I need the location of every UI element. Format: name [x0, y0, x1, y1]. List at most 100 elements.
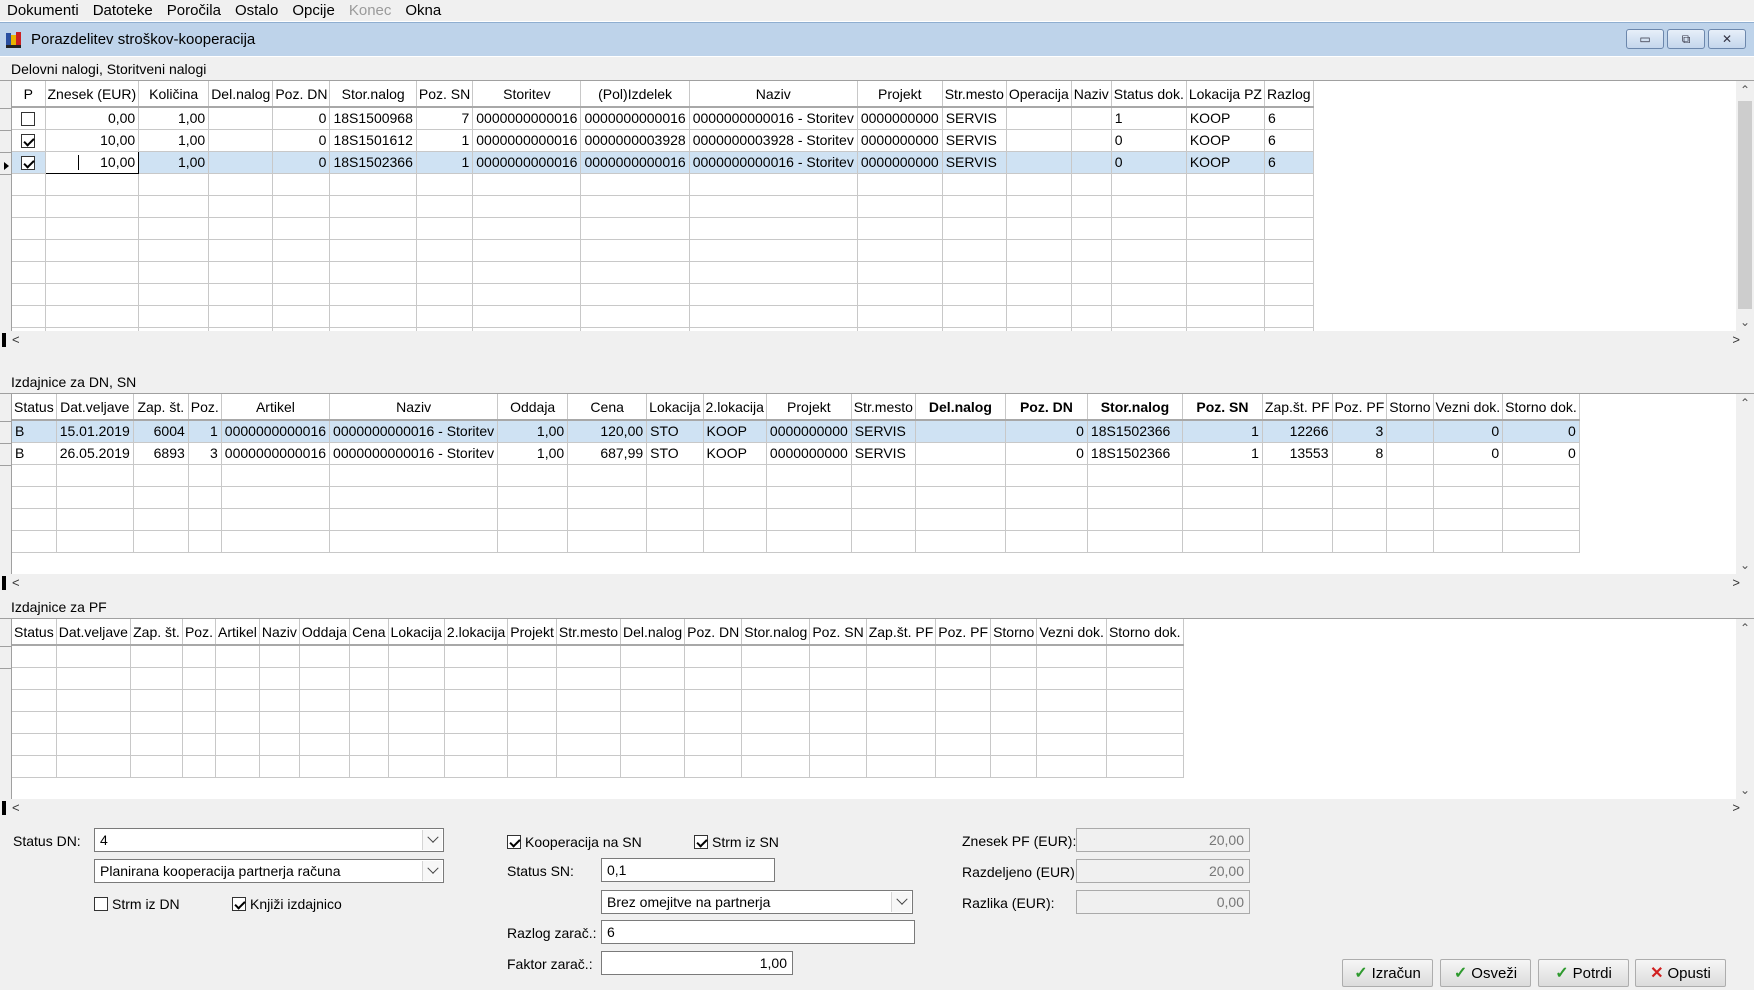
cell-naziv[interactable] — [1071, 151, 1112, 174]
cell-znesek-eur[interactable]: 0,00 — [45, 107, 140, 130]
cell-status-dok[interactable]: 0 — [1111, 129, 1187, 152]
table-row[interactable]: B 15.01.2019 6004 1 0000000000016 00000000000… — [12, 420, 1580, 443]
column-header-artikel[interactable]: Artikel — [221, 394, 331, 421]
column-header-p[interactable]: P — [12, 81, 46, 108]
cell-projekt[interactable]: 0000000000 — [857, 129, 943, 152]
chevron-down-icon[interactable] — [422, 830, 442, 850]
scroll-right-icon[interactable]: > — [1732, 799, 1740, 816]
cell-dat-veljave[interactable]: 26.05.2019 — [56, 442, 134, 465]
cell-stor-nalog[interactable]: 18S1500968 — [329, 107, 417, 130]
cell-status[interactable]: B — [12, 420, 57, 443]
cell-lokacija-pz[interactable]: KOOP — [1186, 129, 1266, 152]
cell-status-dok[interactable]: 1 — [1111, 107, 1187, 130]
cell-kolicina[interactable]: 1,00 — [138, 151, 210, 174]
menu-datoteke[interactable]: Datoteke — [86, 0, 160, 22]
scroll-up-icon[interactable]: ⌃ — [1736, 619, 1754, 637]
column-header-projekt[interactable]: Projekt — [857, 81, 943, 108]
cell-zap-st-pf[interactable]: 13553 — [1262, 442, 1333, 465]
cell-zap-st-pf[interactable]: 12266 — [1262, 420, 1333, 443]
cell-str-mesto[interactable]: SERVIS — [942, 151, 1007, 174]
osvezi-button[interactable]: ✓ Osveži — [1440, 959, 1531, 987]
cell-vezni-dok[interactable]: 0 — [1433, 442, 1504, 465]
cell-poz-sn[interactable]: 1 — [1182, 442, 1263, 465]
scroll-down-icon[interactable]: ⌄ — [1736, 556, 1754, 574]
column-header-lokacija[interactable]: Lokacija — [388, 619, 445, 646]
cell-poz-dn[interactable]: 0 — [1005, 420, 1088, 443]
column-header-pol-izdelek[interactable]: (Pol)Izdelek — [580, 81, 690, 108]
column-header-stor-nalog[interactable]: Stor.nalog — [1087, 394, 1183, 421]
cell-poz-dn[interactable]: 0 — [1005, 442, 1088, 465]
cell-naziv[interactable]: 0000000000016 - Storitev — [689, 107, 858, 130]
orders-vscroll[interactable]: ⌃ ⌄ — [1736, 81, 1754, 331]
scroll-left-icon[interactable]: < — [12, 799, 20, 816]
column-header-poz[interactable]: Poz. — [188, 394, 222, 421]
column-header-str-mesto[interactable]: Str.mesto — [851, 394, 916, 421]
checkbox-icon[interactable] — [232, 897, 246, 911]
column-header-poz-dn[interactable]: Poz. DN — [1005, 394, 1088, 421]
cell-operacija[interactable] — [1006, 129, 1072, 152]
column-header-oddaja[interactable]: Oddaja — [497, 394, 569, 421]
column-header-storno-dok[interactable]: Storno dok. — [1502, 394, 1580, 421]
cell-poz[interactable]: 1 — [188, 420, 222, 443]
column-header-vezni-dok[interactable]: Vezni dok. — [1036, 619, 1107, 646]
column-header-dat-veljave[interactable]: Dat.veljave — [56, 619, 131, 646]
cell-naziv[interactable]: 0000000000016 - Storitev — [329, 442, 499, 465]
table-row[interactable]: B 26.05.2019 6893 3 0000000000016 00000000000… — [12, 442, 1580, 465]
cell-artikel[interactable]: 0000000000016 — [221, 442, 331, 465]
scroll-left-icon[interactable]: < — [12, 574, 20, 591]
cell-str-mesto[interactable]: SERVIS — [942, 129, 1007, 152]
column-header-znesek-eur[interactable]: Znesek (EUR) — [45, 81, 140, 108]
cell-pol-izdelek[interactable]: 0000000003928 — [580, 129, 690, 152]
cell-dat-veljave[interactable]: 15.01.2019 — [56, 420, 134, 443]
row-select-checkbox[interactable] — [12, 151, 46, 174]
table-row[interactable]: 10,00 1,00 0 18S1502366 1 0000000000016 000000… — [12, 150, 1314, 174]
cell-vezni-dok[interactable]: 0 — [1433, 420, 1504, 443]
checkbox-icon[interactable] — [21, 156, 36, 171]
column-header-2-lokacija[interactable]: 2.lokacija — [703, 394, 767, 421]
cell-oddaja[interactable]: 1,00 — [497, 442, 569, 465]
column-header-projekt[interactable]: Projekt — [766, 394, 852, 421]
column-header-stor-nalog[interactable]: Stor.nalog — [741, 619, 811, 646]
cell-lokacija[interactable]: STO — [646, 420, 704, 443]
table-row[interactable]: 0,00 1,00 0 18S1500968 7 0000000000016 0000000… — [12, 107, 1314, 130]
column-header-del-nalog[interactable]: Del.nalog — [915, 394, 1006, 421]
cell-razlog[interactable]: 6 — [1264, 151, 1314, 174]
status-sn-input[interactable]: 0,1 — [601, 858, 775, 882]
column-header-lokacija-pz[interactable]: Lokacija PZ — [1186, 81, 1266, 108]
column-header-storno-dok[interactable]: Storno dok. — [1106, 619, 1184, 646]
column-header-kolicina[interactable]: Količina — [138, 81, 210, 108]
cell-cena[interactable]: 687,99 — [567, 442, 648, 465]
column-header-2-lokacija[interactable]: 2.lokacija — [444, 619, 509, 646]
menu-dokumenti[interactable]: Dokumenti — [0, 0, 86, 22]
column-header-poz-pf[interactable]: Poz. PF — [1332, 394, 1388, 421]
cell-poz-sn[interactable]: 1 — [1182, 420, 1263, 443]
cell-str-mesto[interactable]: SERVIS — [851, 420, 916, 443]
cell-stor-nalog[interactable]: 18S1501612 — [329, 129, 417, 152]
row-select-checkbox[interactable] — [12, 129, 46, 152]
cell-projekt[interactable]: 0000000000 — [857, 107, 943, 130]
column-header-vezni-dok[interactable]: Vezni dok. — [1433, 394, 1504, 421]
column-header-projekt[interactable]: Projekt — [507, 619, 557, 646]
cell-poz-dn[interactable]: 0 — [272, 129, 331, 152]
opusti-button[interactable]: ✕ Opusti — [1635, 959, 1726, 987]
column-header-cena[interactable]: Cena — [567, 394, 648, 421]
cell-razlog[interactable]: 6 — [1264, 129, 1314, 152]
restore-button[interactable]: ⧉ — [1667, 29, 1705, 49]
cell-naziv[interactable]: 0000000003928 - Storitev — [689, 129, 858, 152]
cell-projekt[interactable]: 0000000000 — [766, 420, 852, 443]
cell-del-nalog[interactable] — [208, 107, 274, 130]
column-header-poz-pf[interactable]: Poz. PF — [935, 619, 992, 646]
minimize-button[interactable]: ▭ — [1626, 29, 1664, 49]
cell-del-nalog[interactable] — [915, 420, 1006, 443]
table-row[interactable]: 10,00 1,00 0 18S1501612 1 0000000000016 000000… — [12, 129, 1314, 152]
row-select-checkbox[interactable] — [12, 107, 46, 130]
cell-storitev[interactable]: 0000000000016 — [472, 129, 582, 152]
cell-poz-sn[interactable]: 1 — [416, 151, 474, 174]
column-header-storno[interactable]: Storno — [990, 619, 1038, 646]
column-header-del-nalog[interactable]: Del.nalog — [620, 619, 686, 646]
cell-del-nalog[interactable] — [208, 129, 274, 152]
status-dn-select[interactable]: 4 — [94, 828, 444, 852]
cell-storno[interactable] — [1386, 442, 1434, 465]
cell-stor-nalog[interactable]: 18S1502366 — [329, 151, 417, 174]
cell-storno-dok[interactable]: 0 — [1502, 420, 1580, 443]
